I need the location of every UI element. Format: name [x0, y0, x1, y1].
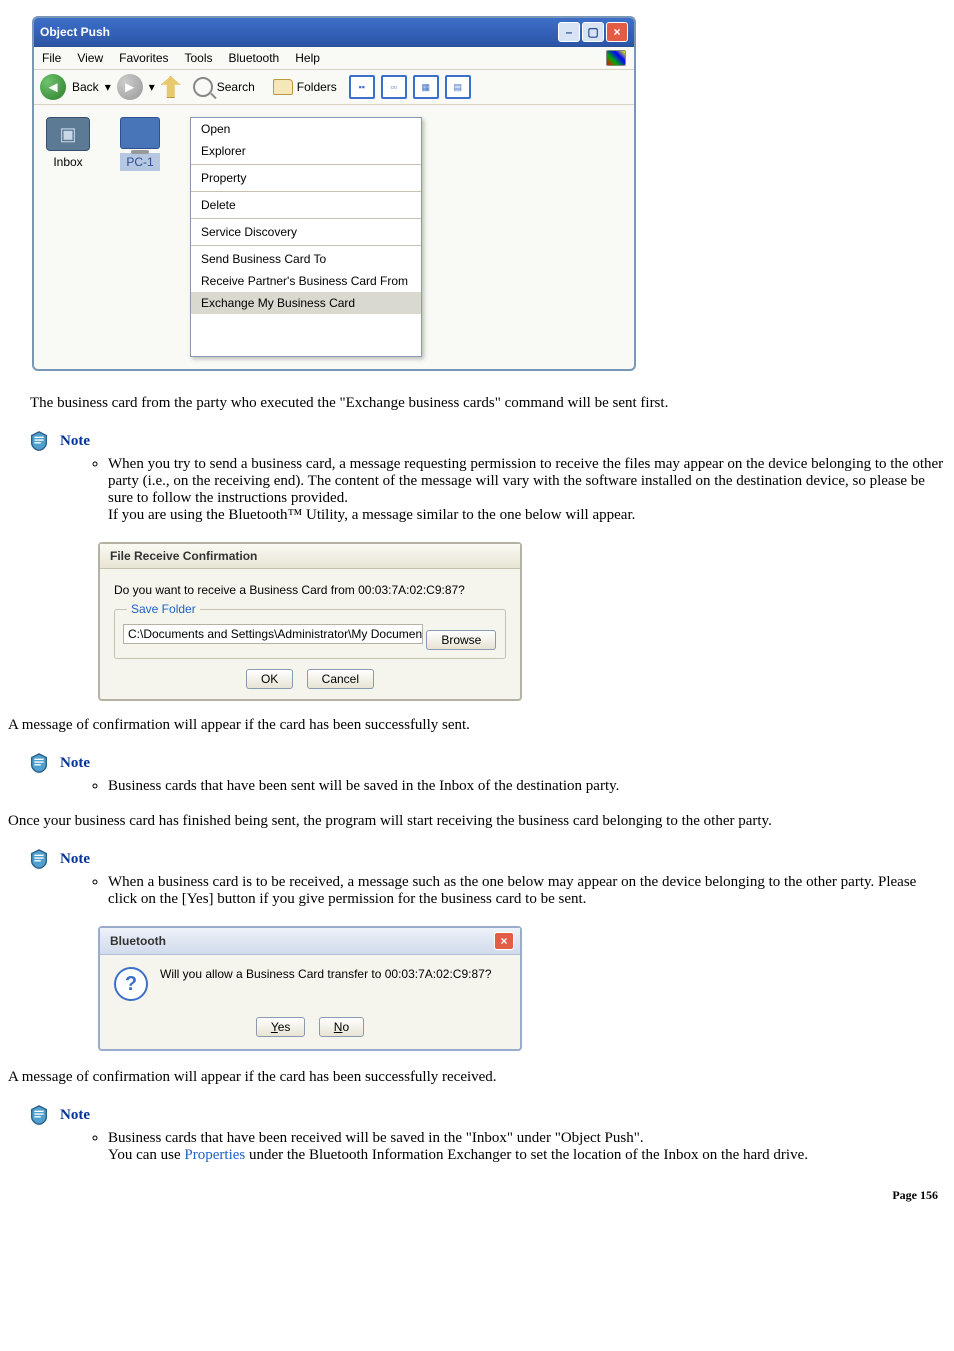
note-icon	[28, 848, 50, 870]
toolbar: ◄ Back ▾ ► ▾ Search Folders ▪▪ ▫▫ ▦ ▤	[34, 70, 634, 105]
paragraph-after-note2: Once your business card has finished bei…	[8, 813, 946, 830]
window-body: ▣ Inbox PC-1 Open Explorer Property Dele…	[34, 105, 634, 369]
ctx-send-card[interactable]: Send Business Card To	[191, 248, 421, 270]
note-icon	[28, 752, 50, 774]
yes-button[interactable]: Yes	[256, 1017, 306, 1037]
close-button[interactable]: ×	[606, 22, 628, 42]
note-label: Note	[60, 1107, 90, 1124]
ctx-exchange-card[interactable]: Exchange My Business Card	[191, 292, 421, 314]
view-list-button[interactable]: ▫▫	[381, 75, 407, 99]
bluetooth-dialog: Bluetooth × ? Will you allow a Business …	[98, 926, 522, 1051]
ctx-open[interactable]: Open	[191, 118, 421, 140]
note-heading-2: Note	[28, 752, 946, 774]
folder-icon	[273, 79, 293, 95]
menubar: File View Favorites Tools Bluetooth Help	[34, 47, 634, 70]
view-icons-button[interactable]: ▪▪	[349, 75, 375, 99]
paragraph-after-window: The business card from the party who exe…	[30, 395, 924, 412]
note-1-item: When you try to send a business card, a …	[108, 456, 946, 524]
question-icon: ?	[114, 967, 148, 1001]
menu-view[interactable]: View	[77, 51, 103, 65]
note-4-list: Business cards that have been received w…	[68, 1130, 946, 1164]
ctx-service-discovery[interactable]: Service Discovery	[191, 221, 421, 243]
view-tiles-button[interactable]: ▤	[445, 75, 471, 99]
file-receive-dialog: File Receive Confirmation Do you want to…	[98, 542, 522, 701]
note-icon	[28, 1104, 50, 1126]
ctx-delete[interactable]: Delete	[191, 194, 421, 216]
dialog-title: File Receive Confirmation	[100, 544, 520, 569]
ok-button[interactable]: OK	[246, 669, 293, 689]
context-menu: Open Explorer Property Delete Service Di…	[190, 117, 422, 357]
note-label: Note	[60, 851, 90, 868]
note-heading-4: Note	[28, 1104, 946, 1126]
save-folder-legend: Save Folder	[127, 602, 200, 616]
dialog-close-button[interactable]: ×	[494, 932, 514, 950]
menu-help[interactable]: Help	[295, 51, 320, 65]
menu-bluetooth[interactable]: Bluetooth	[229, 51, 280, 65]
bluetooth-question: Will you allow a Business Card transfer …	[160, 967, 492, 981]
note-4-item: Business cards that have been received w…	[108, 1130, 946, 1164]
window-controls: – ▢ ×	[558, 22, 628, 42]
paragraph-after-dlg1: A message of confirmation will appear if…	[8, 717, 946, 734]
bluetooth-dialog-title: Bluetooth ×	[100, 928, 520, 955]
note-heading-3: Note	[28, 848, 946, 870]
window-title: Object Push	[40, 25, 110, 39]
window-titlebar: Object Push – ▢ ×	[34, 18, 634, 47]
device-inbox[interactable]: ▣ Inbox	[46, 117, 90, 357]
page-footer: Page 156	[8, 1188, 946, 1203]
menu-tools[interactable]: Tools	[185, 51, 213, 65]
minimize-button[interactable]: –	[558, 22, 580, 42]
back-button[interactable]: ◄	[40, 74, 66, 100]
paragraph-after-dlg2: A message of confirmation will appear if…	[8, 1069, 946, 1086]
browse-button[interactable]: Browse	[426, 630, 496, 650]
device-pc[interactable]: PC-1	[120, 117, 160, 357]
note-1-list: When you try to send a business card, a …	[68, 456, 946, 524]
menu-file[interactable]: File	[42, 51, 61, 65]
ctx-property[interactable]: Property	[191, 167, 421, 189]
note-3-list: When a business card is to be received, …	[68, 874, 946, 908]
windows-flag-icon	[606, 50, 626, 66]
note-heading-1: Note	[28, 430, 946, 452]
pc-icon	[120, 117, 160, 149]
no-button[interactable]: No	[319, 1017, 364, 1037]
cancel-button[interactable]: Cancel	[307, 669, 374, 689]
save-folder-fieldset: Save Folder C:\Documents and Settings\Ad…	[114, 609, 506, 659]
dialog-body: Do you want to receive a Business Card f…	[100, 569, 520, 699]
maximize-button[interactable]: ▢	[582, 22, 604, 42]
forward-dropdown-icon[interactable]: ▾	[149, 80, 155, 94]
menu-favorites[interactable]: Favorites	[119, 51, 168, 65]
save-folder-path-input[interactable]: C:\Documents and Settings\Administrator\…	[123, 624, 423, 644]
folders-button[interactable]: Folders	[267, 77, 343, 97]
dialog-question: Do you want to receive a Business Card f…	[114, 583, 506, 597]
pc-label: PC-1	[120, 153, 160, 171]
search-button[interactable]: Search	[187, 75, 261, 99]
search-icon	[193, 77, 213, 97]
up-button[interactable]	[161, 76, 181, 98]
inbox-label: Inbox	[46, 155, 90, 169]
ctx-explorer[interactable]: Explorer	[191, 140, 421, 162]
note-3-item: When a business card is to be received, …	[108, 874, 946, 908]
view-details-button[interactable]: ▦	[413, 75, 439, 99]
back-dropdown-icon[interactable]: ▾	[105, 80, 111, 94]
object-push-window: Object Push – ▢ × File View Favorites To…	[32, 16, 636, 371]
back-label: Back	[72, 80, 99, 94]
ctx-receive-card[interactable]: Receive Partner's Business Card From	[191, 270, 421, 292]
inbox-icon: ▣	[46, 117, 90, 151]
note-label: Note	[60, 433, 90, 450]
note-2-list: Business cards that have been sent will …	[68, 778, 946, 795]
note-label: Note	[60, 755, 90, 772]
note-2-item: Business cards that have been sent will …	[108, 778, 946, 795]
note-icon	[28, 430, 50, 452]
properties-link[interactable]: Properties	[184, 1147, 245, 1163]
forward-button[interactable]: ►	[117, 74, 143, 100]
